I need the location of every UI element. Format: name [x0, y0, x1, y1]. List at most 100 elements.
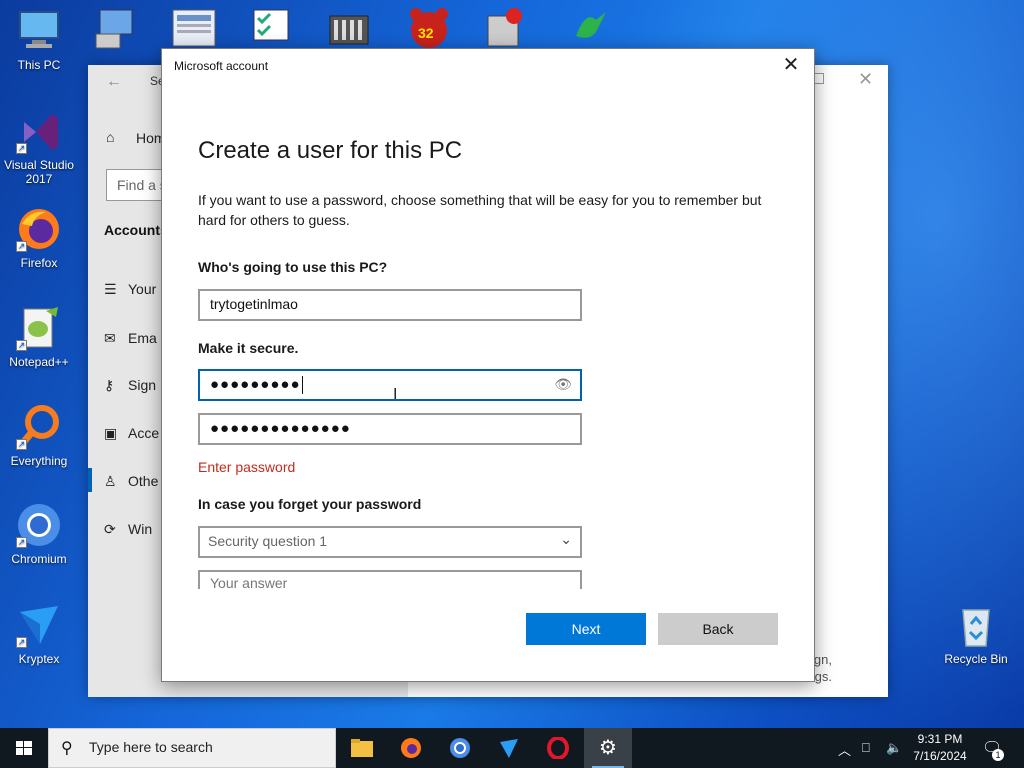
back-button[interactable]: Back	[658, 613, 778, 645]
chromium-icon: ↗	[16, 502, 62, 548]
gear-icon: ⚙	[599, 737, 617, 759]
chevron-down-icon: ⌄	[560, 531, 572, 547]
taskbar-settings[interactable]: ⚙	[584, 728, 632, 768]
other-users-icon: ♙	[104, 473, 117, 489]
desktop-icon-game[interactable]: 32	[404, 6, 454, 50]
desktop-icon-hummingbird[interactable]	[566, 6, 612, 50]
sidebar-item-label: Ema	[128, 330, 157, 346]
desktop-icon-recycle-bin[interactable]: Recycle Bin	[936, 602, 1016, 666]
sidebar-item-your-info[interactable]: ☰ Your	[104, 281, 156, 298]
sidebar-item-label: Your	[128, 281, 157, 297]
password-mask: ●●●●●●●●●	[210, 376, 301, 393]
security-answer-field[interactable]: Your answer	[198, 570, 582, 589]
kryptex-icon	[500, 739, 518, 758]
network-icon[interactable]: ⎕	[862, 740, 870, 756]
clock-time: 9:31 PM	[917, 732, 963, 746]
desktop-icon-hardware[interactable]	[326, 8, 372, 50]
reenter-password-field[interactable]: ●●●●●●●●●●●●●●	[198, 413, 582, 445]
desktop-icon-chromium[interactable]: ↗ Chromium	[1, 502, 77, 566]
sidebar-item-sign-in[interactable]: ⚷ Sign	[104, 377, 156, 394]
desktop-icon-calculator[interactable]	[170, 8, 216, 50]
shortcut-arrow-icon: ↗	[16, 143, 27, 154]
reenter-password-mask: ●●●●●●●●●●●●●●	[210, 420, 351, 437]
kryptex-icon: ↗	[16, 602, 62, 648]
sync-icon: ⟳	[104, 521, 116, 537]
start-button[interactable]	[0, 728, 48, 768]
chromium-icon	[450, 738, 470, 758]
firefox-icon: ↗	[16, 206, 62, 252]
taskbar-chromium[interactable]	[436, 728, 484, 768]
desktop-icon-installer[interactable]	[482, 6, 528, 50]
dialog-description: If you want to use a password, choose so…	[198, 192, 762, 228]
desktop-icon-checklist[interactable]	[248, 8, 294, 50]
sidebar-item-access[interactable]: ▣ Acce	[104, 425, 159, 442]
shortcut-arrow-icon: ↗	[16, 439, 27, 450]
text-caret	[301, 376, 303, 395]
recycle-bin-icon	[953, 602, 999, 648]
show-hidden-icons-chevron-icon[interactable]: ︿	[838, 740, 851, 759]
clock-date: 7/16/2024	[913, 749, 967, 763]
taskbar-clock[interactable]: 9:31 PM 7/16/2024	[904, 731, 976, 765]
notepadpp-icon: ↗	[16, 305, 62, 351]
visual-studio-icon: ↗	[16, 108, 62, 154]
everything-search-icon: ↗	[16, 404, 62, 450]
reveal-password-eye-icon[interactable]: 👁	[554, 376, 572, 393]
desktop-icon-label: Recycle Bin	[944, 652, 1008, 666]
desktop-icon-computer-management[interactable]	[92, 8, 138, 50]
desktop-icon-kryptex[interactable]: ↗ Kryptex	[1, 602, 77, 666]
shortcut-arrow-icon: ↗	[16, 537, 27, 548]
password-field[interactable]: ●●●●●●●●● 👁	[198, 369, 582, 401]
create-user-dialog[interactable]: Microsoft account ✕ Create a user for th…	[161, 48, 815, 682]
security-question-value: Security question 1	[208, 533, 328, 549]
mouse-ibeam-cursor-icon: I	[393, 386, 398, 403]
desktop-icon-this-pc[interactable]: This PC	[1, 8, 77, 72]
taskbar-firefox[interactable]	[387, 728, 435, 768]
desktop-icon-label: Chromium	[11, 552, 67, 566]
taskbar-search-box[interactable]: ⚲ Type here to search	[48, 728, 336, 768]
sidebar-item-label: Sign	[128, 377, 157, 393]
opera-icon	[547, 736, 569, 760]
sidebar-item-other-users[interactable]: ♙ Othe	[104, 473, 158, 490]
volume-muted-icon[interactable]: 🔈	[886, 740, 902, 756]
security-answer-placeholder: Your answer	[210, 575, 288, 589]
sidebar-item-label: Acce	[128, 425, 160, 441]
close-icon[interactable]: ✕	[858, 69, 873, 90]
shortcut-arrow-icon: ↗	[16, 637, 27, 648]
desktop-icon-everything[interactable]: ↗ Everything	[1, 404, 77, 468]
back-arrow-icon[interactable]: ←	[106, 73, 122, 91]
sidebar-item-email[interactable]: ✉ Ema	[104, 330, 157, 347]
desktop-icon-label: This PC	[17, 58, 61, 72]
desktop-icon-visual-studio[interactable]: ↗ Visual Studio 2017	[1, 108, 77, 186]
taskbar-file-explorer[interactable]	[338, 728, 386, 768]
shortcut-arrow-icon: ↗	[16, 340, 27, 351]
desktop-icon-label: Everything	[10, 454, 68, 468]
computer-icon	[16, 8, 62, 54]
sidebar-item-sync[interactable]: ⟳ Win	[104, 521, 152, 538]
desktop-icon-game-badge: 32	[418, 25, 434, 41]
desktop-icon-firefox[interactable]: ↗ Firefox	[1, 206, 77, 270]
sidebar-item-label: Win	[128, 521, 153, 537]
desktop-icon-label: Visual Studio 2017	[4, 158, 74, 186]
next-button[interactable]: Next	[526, 613, 646, 645]
security-section-label: In case you forget your password	[198, 496, 422, 512]
taskbar-kryptex[interactable]	[485, 728, 533, 768]
desktop-icon-notepadpp[interactable]: ↗ Notepad++	[1, 305, 77, 369]
mail-icon: ✉	[104, 330, 116, 346]
close-icon[interactable]: ✕	[780, 53, 802, 77]
taskbar-opera[interactable]	[534, 728, 582, 768]
sidebar-item-label: Othe	[128, 473, 159, 489]
dialog-window-title: Microsoft account	[174, 59, 269, 73]
search-placeholder: Type here to search	[89, 739, 213, 755]
shortcut-arrow-icon: ↗	[16, 241, 27, 252]
username-value: trytogetinlmao	[210, 296, 298, 312]
username-field[interactable]: trytogetinlmao	[198, 289, 582, 321]
security-question-1-select[interactable]: Security question 1 ⌄	[198, 526, 582, 558]
settings-section-title: Accounts	[104, 222, 168, 238]
windows-logo-icon	[16, 741, 32, 755]
user-info-icon: ☰	[104, 281, 117, 297]
selected-indicator	[88, 468, 92, 492]
folder-icon	[351, 739, 373, 757]
taskbar: ⚲ Type here to search ⚙ ︿ ⎕ 🔈 9:31 PM 7/…	[0, 728, 1024, 768]
key-icon: ⚷	[104, 377, 115, 393]
home-icon[interactable]: ⌂	[106, 129, 114, 145]
